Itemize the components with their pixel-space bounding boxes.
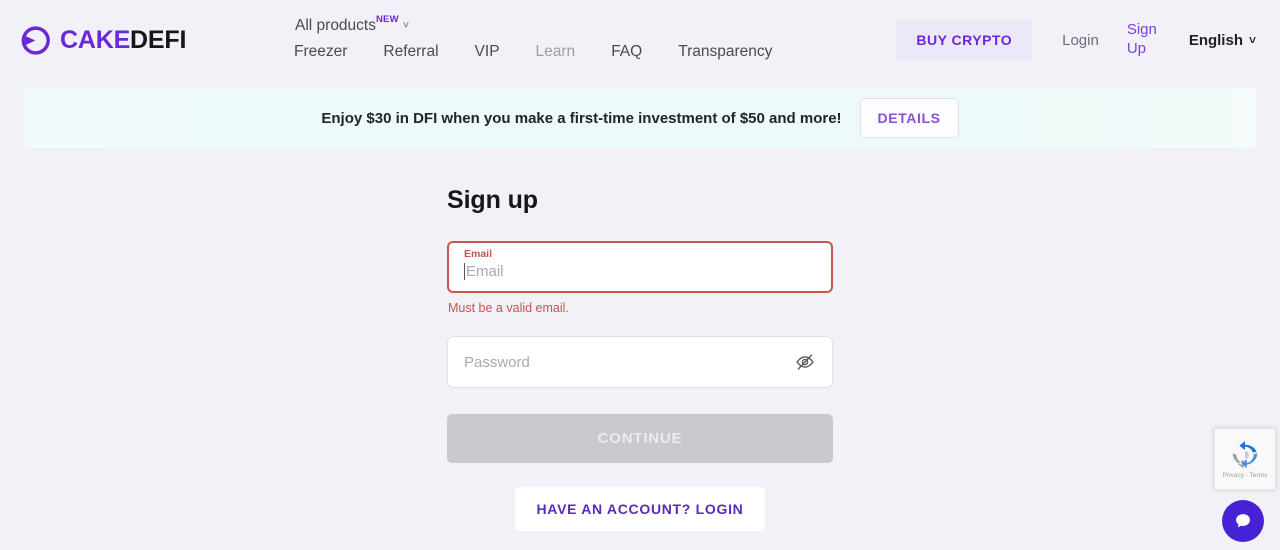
continue-button[interactable]: CONTINUE <box>447 414 833 463</box>
nav-item-referral[interactable]: Referral <box>383 42 438 63</box>
promo-details-button[interactable]: DETAILS <box>859 98 959 138</box>
nav-item-transparency[interactable]: Transparency <box>678 42 772 63</box>
login-link[interactable]: Login <box>1062 32 1099 49</box>
brand-logo[interactable]: CAKEDEFI <box>20 25 270 56</box>
chevron-down-icon: ˅ <box>402 19 410 32</box>
header-actions: BUY CRYPTO Login Sign Up English ˅ <box>896 20 1256 60</box>
eye-off-icon <box>796 354 814 370</box>
nav-item-faq[interactable]: FAQ <box>611 42 642 63</box>
promo-banner: Enjoy $30 in DFI when you make a first-t… <box>24 88 1256 148</box>
email-field[interactable]: Email Email <box>447 241 833 293</box>
new-badge: NEW <box>375 13 399 25</box>
language-label: English <box>1188 31 1243 49</box>
recaptcha-badge[interactable]: Privacy - Terms <box>1214 428 1276 490</box>
recaptcha-privacy-terms[interactable]: Privacy - Terms <box>1223 472 1268 479</box>
brand-wordmark: CAKEDEFI <box>60 25 187 54</box>
email-error-message: Must be a valid email. <box>448 301 569 315</box>
main-content: Sign up Email Email Must be a valid emai… <box>0 148 1280 531</box>
nav-item-vip[interactable]: VIP <box>475 42 500 63</box>
promo-banner-text: Enjoy $30 in DFI when you make a first-t… <box>321 109 842 127</box>
signup-form: Sign up Email Email Must be a valid emai… <box>447 186 833 531</box>
page-title: Sign up <box>447 186 538 214</box>
chat-bubble-icon <box>1236 514 1250 528</box>
nav-item-learn[interactable]: Learn <box>536 42 576 63</box>
nav-item-freezer[interactable]: Freezer <box>294 42 347 63</box>
language-selector[interactable]: English ˅ <box>1189 32 1256 49</box>
email-field-label: Email <box>464 248 493 260</box>
nav-all-products-label: All products <box>295 16 376 34</box>
email-input-placeholder: Email <box>466 262 504 280</box>
text-caret <box>464 262 465 280</box>
have-account-login-button[interactable]: HAVE AN ACCOUNT? LOGIN <box>514 487 766 531</box>
password-input-placeholder: Password <box>464 353 530 371</box>
chevron-down-icon: ˅ <box>1248 33 1256 47</box>
brand-name-cake: CAKE <box>60 25 131 54</box>
buy-crypto-button[interactable]: BUY CRYPTO <box>896 20 1033 60</box>
cakedefi-logo-icon <box>21 25 50 55</box>
brand-name-defi: DEFI <box>130 25 187 54</box>
chat-widget-button[interactable] <box>1222 500 1264 542</box>
password-field[interactable]: Password <box>447 336 833 388</box>
site-header: CAKEDEFI All products NEW ˅ Freezer Referr… <box>0 0 1280 80</box>
sign-up-link[interactable]: Sign Up <box>1127 21 1161 59</box>
nav-item-all-products[interactable]: All products NEW ˅ <box>295 13 410 37</box>
recaptcha-icon <box>1232 440 1258 468</box>
primary-navigation: All products NEW ˅ Freezer Referral VIP Le… <box>270 13 896 63</box>
toggle-password-visibility-button[interactable] <box>794 351 816 373</box>
